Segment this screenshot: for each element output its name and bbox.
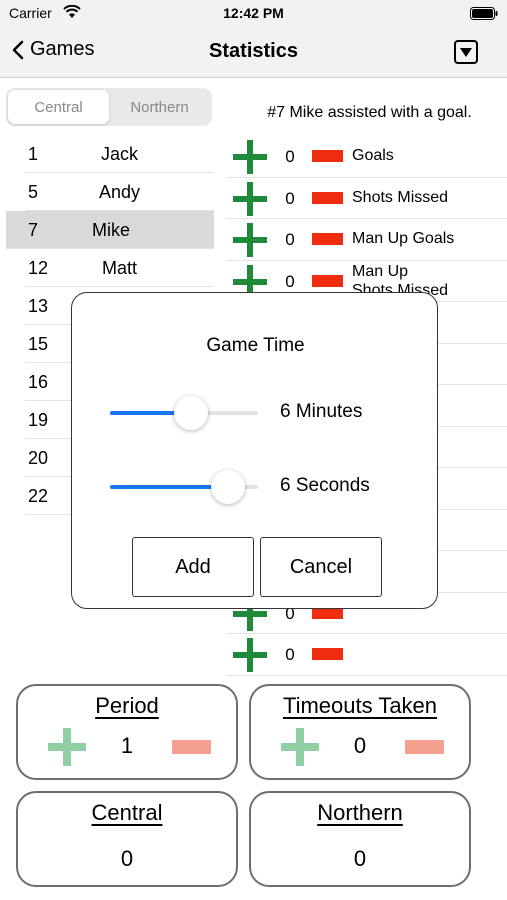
stat-plus-button[interactable] — [232, 638, 268, 672]
player-name: Jack — [100, 144, 138, 164]
stat-label: Shots Missed — [352, 188, 449, 206]
player-name: Andy — [98, 182, 141, 202]
player-number: 22 — [28, 486, 49, 506]
minutes-slider-thumb[interactable] — [174, 396, 209, 430]
game-time-dialog: Game Time 6 Minutes 6 Seconds Add Cancel — [71, 292, 438, 609]
segment-northern[interactable]: Northern — [109, 90, 210, 124]
timeouts-title: Timeouts Taken — [282, 693, 438, 718]
central-score-title: Central — [91, 800, 163, 825]
stat-plus-button[interactable] — [232, 223, 268, 257]
battery-icon — [470, 7, 498, 20]
page-title: Statistics — [209, 40, 298, 62]
northern-score-card: Northern 0 — [249, 791, 471, 887]
navigation-bar: Games Statistics — [0, 26, 507, 78]
period-minus-button[interactable] — [172, 740, 211, 754]
stat-label: Goals — [352, 147, 394, 164]
timeouts-minus-button[interactable] — [405, 740, 444, 754]
status-bar: Carrier 12:42 PM — [0, 0, 507, 26]
clock: 12:42 PM — [223, 5, 284, 21]
player-number: 19 — [28, 410, 49, 430]
northern-score-value: 0 — [353, 846, 367, 871]
stat-value: 0 — [285, 645, 295, 664]
minutes-slider[interactable] — [110, 393, 260, 433]
player-number: 20 — [28, 448, 49, 468]
stat-minus-button[interactable] — [312, 233, 343, 245]
roster-row[interactable]: 7 Mike — [6, 211, 214, 249]
central-score-card: Central 0 — [16, 791, 238, 887]
player-name: Mike — [91, 220, 130, 240]
dropdown-menu-button[interactable] — [454, 40, 478, 64]
stat-minus-button[interactable] — [312, 648, 343, 660]
period-title: Period — [95, 693, 159, 718]
event-message: #7 Mike assisted with a goal. — [267, 104, 472, 121]
team-segmented-control: Central Northern — [6, 88, 212, 126]
period-card: Period 1 — [16, 684, 238, 780]
player-number: 15 — [28, 334, 49, 354]
roster-row[interactable]: 1 Jack — [25, 135, 214, 173]
roster-row[interactable]: 5 Andy — [25, 173, 214, 211]
stat-row: 0 Man Up Goals — [226, 219, 507, 261]
stat-plus-button[interactable] — [232, 181, 268, 216]
stat-value: 0 — [285, 147, 295, 166]
cancel-button[interactable]: Cancel — [260, 537, 382, 597]
stat-plus-button[interactable] — [232, 140, 268, 174]
roster-row[interactable]: 12 Matt — [25, 249, 214, 287]
timeouts-card: Timeouts Taken 0 — [249, 684, 471, 780]
segment-central[interactable]: Central — [8, 90, 109, 124]
central-score-value: 0 — [120, 846, 134, 871]
stat-minus-button[interactable] — [312, 274, 343, 287]
player-number: 16 — [28, 372, 49, 392]
stat-row: 0 Shots Missed — [226, 178, 507, 219]
dialog-title: Game Time — [206, 335, 305, 356]
northern-score-title: Northern — [317, 800, 403, 825]
player-number: 13 — [28, 296, 49, 316]
seconds-label: 6 Seconds — [280, 475, 370, 496]
stat-label: Man Up Goals — [352, 230, 455, 247]
stat-value: 0 — [285, 271, 295, 291]
seconds-slider[interactable] — [110, 467, 260, 507]
triangle-down-icon — [460, 47, 472, 57]
stat-value: 0 — [285, 188, 295, 208]
minutes-label: 6 Minutes — [280, 401, 363, 422]
player-name: Matt — [101, 258, 137, 278]
seconds-slider-thumb[interactable] — [211, 470, 246, 504]
stat-value: 0 — [285, 230, 295, 249]
stat-minus-button[interactable] — [312, 150, 343, 162]
stat-minus-button[interactable] — [312, 191, 343, 204]
stat-row: 0 Goals — [226, 136, 507, 178]
stat-row: 0 — [226, 634, 507, 676]
add-button[interactable]: Add — [132, 537, 254, 597]
